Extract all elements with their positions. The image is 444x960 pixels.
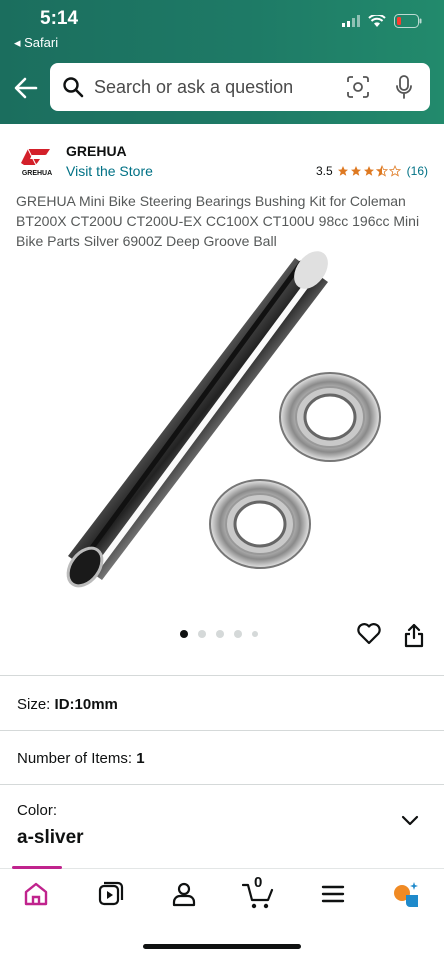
color-label: Color: <box>17 802 58 819</box>
carousel-dot[interactable] <box>180 630 188 638</box>
rating-stars <box>337 165 401 177</box>
star-full-icon <box>337 166 348 176</box>
camera-scan-icon[interactable] <box>346 75 370 99</box>
back-arrow-icon[interactable] <box>12 72 40 104</box>
review-count: (16) <box>406 164 428 178</box>
status-icons <box>342 14 422 28</box>
cart-button[interactable]: 0 <box>242 874 276 910</box>
account-icon[interactable] <box>170 880 198 908</box>
microphone-icon[interactable] <box>394 74 414 100</box>
star-full-icon <box>363 166 374 176</box>
cart-count: 0 <box>254 874 263 891</box>
size-value: ID:10mm <box>54 696 118 713</box>
wifi-icon <box>368 14 386 27</box>
items-value: 1 <box>136 750 145 767</box>
carousel-dot[interactable] <box>216 630 224 638</box>
share-icon[interactable] <box>403 622 425 648</box>
active-tab-indicator <box>12 866 62 869</box>
menu-icon[interactable] <box>319 880 347 908</box>
home-icon[interactable] <box>22 880 50 908</box>
divider <box>0 784 444 785</box>
video-icon[interactable] <box>97 880 125 908</box>
home-indicator[interactable] <box>143 944 301 949</box>
rufus-icon[interactable] <box>392 880 420 908</box>
carousel-dot[interactable] <box>198 630 206 638</box>
rating-summary[interactable]: 3.5 (16) <box>316 164 428 178</box>
carousel-dot[interactable] <box>252 631 258 637</box>
chevron-down-icon[interactable] <box>401 815 419 827</box>
product-title: GREHUA Mini Bike Steering Bearings Bushi… <box>16 193 420 249</box>
bearing-upper <box>279 372 381 462</box>
size-selector[interactable]: Size: ID:10mm <box>17 696 118 713</box>
star-full-icon <box>350 166 361 176</box>
status-time: 5:14 <box>40 8 79 29</box>
rating-value: 3.5 <box>315 164 333 178</box>
number-of-items-selector[interactable]: Number of Items: 1 <box>17 750 145 767</box>
color-value[interactable]: a-sliver <box>17 827 84 849</box>
image-carousel-dots[interactable] <box>180 630 258 638</box>
star-half-icon <box>375 165 388 177</box>
svg-text:GREHUA: GREHUA <box>22 170 52 177</box>
product-image[interactable] <box>40 250 410 600</box>
heart-icon[interactable] <box>356 622 382 646</box>
bearing-lower <box>209 479 311 569</box>
size-label: Size: <box>17 696 51 713</box>
battery-low-icon <box>394 14 422 28</box>
items-label: Number of Items: <box>17 750 133 767</box>
back-to-safari-link[interactable]: ◂ Safari <box>14 35 58 51</box>
search-bar[interactable]: Search or ask a question <box>50 63 430 111</box>
carousel-dot[interactable] <box>234 630 242 638</box>
brand-logo[interactable]: GREHUA <box>16 143 58 177</box>
signal-icon <box>342 15 360 27</box>
divider <box>0 730 444 731</box>
divider <box>0 675 444 676</box>
app-header: 5:14 ◂ Safari Search or ask a question <box>0 0 444 124</box>
brand-name: GREHUA <box>66 143 127 159</box>
visit-store-link[interactable]: Visit the Store <box>66 163 153 179</box>
star-empty-icon <box>388 165 401 177</box>
search-input[interactable]: Search or ask a question <box>94 77 346 98</box>
search-icon <box>63 77 84 98</box>
